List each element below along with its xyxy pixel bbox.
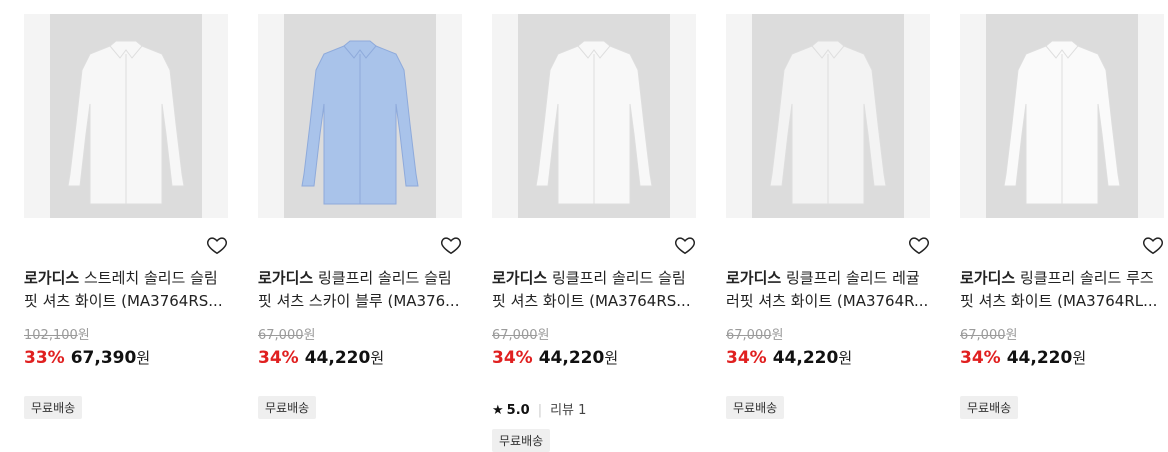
free-shipping-badge: 무료배송 <box>24 396 83 419</box>
star-icon: ★ <box>492 403 504 418</box>
product-card[interactable]: 로가디스 스트레치 솔리드 슬림 핏 셔츠 화이트 (MA3764RS... 1… <box>24 14 228 419</box>
product-title[interactable]: 로가디스 스트레치 솔리드 슬림 핏 셔츠 화이트 (MA3764RS... <box>24 267 234 313</box>
product-image[interactable] <box>726 14 930 218</box>
sale-price: 67,390 <box>70 348 137 368</box>
wishlist-heart-icon[interactable] <box>908 234 930 256</box>
product-card[interactable]: 로가디스 링클프리 솔리드 슬림 핏 셔츠 화이트 (MA3764RS... 6… <box>492 14 696 452</box>
currency-label: 원 <box>1072 349 1087 367</box>
shirt-image <box>301 40 419 205</box>
sale-price: 44,220 <box>772 348 839 368</box>
free-shipping-badge: 무료배송 <box>258 396 317 419</box>
product-name-line1: 링클프리 솔리드 루즈 <box>1015 269 1154 287</box>
sale-price-row: 34% 44,220원 <box>960 347 1086 368</box>
product-image[interactable] <box>258 14 462 218</box>
sale-price-row: 33% 67,390원 <box>24 347 150 368</box>
discount-rate: 34% <box>726 348 767 368</box>
wishlist-heart-icon[interactable] <box>674 234 696 256</box>
shirt-image <box>67 40 185 205</box>
original-price: 67,000원 <box>492 328 550 343</box>
product-brand: 로가디스 <box>24 269 80 287</box>
wishlist-heart-icon[interactable] <box>206 234 228 256</box>
original-price: 67,000원 <box>726 328 784 343</box>
product-name-line2: 러핏 셔츠 화이트 (MA3764R... <box>726 292 929 310</box>
product-image[interactable] <box>960 14 1164 218</box>
discount-rate: 34% <box>258 348 299 368</box>
shirt-image <box>1003 40 1121 205</box>
wishlist-heart-icon[interactable] <box>1142 234 1164 256</box>
discount-rate: 33% <box>24 348 65 368</box>
product-name-line1: 링클프리 솔리드 슬림 <box>547 269 686 287</box>
free-shipping-badge: 무료배송 <box>726 396 785 419</box>
sale-price: 44,220 <box>538 348 605 368</box>
rating-row: ★ 5.0 | 리뷰 1 <box>492 399 586 418</box>
product-brand: 로가디스 <box>726 269 782 287</box>
product-name-line2: 핏 셔츠 화이트 (MA3764RL... <box>960 292 1158 310</box>
product-brand: 로가디스 <box>492 269 548 287</box>
review-count[interactable]: 리뷰 1 <box>550 403 586 418</box>
sale-price-row: 34% 44,220원 <box>726 347 852 368</box>
divider: | <box>537 403 543 418</box>
free-shipping-badge: 무료배송 <box>492 429 551 452</box>
product-brand: 로가디스 <box>960 269 1016 287</box>
rating-score: 5.0 <box>506 403 530 418</box>
currency-label: 원 <box>370 349 385 367</box>
original-price: 67,000원 <box>258 328 316 343</box>
original-price: 67,000원 <box>960 328 1018 343</box>
shirt-image <box>769 40 887 205</box>
product-brand: 로가디스 <box>258 269 314 287</box>
currency-label: 원 <box>604 349 619 367</box>
product-title[interactable]: 로가디스 링클프리 솔리드 루즈 핏 셔츠 화이트 (MA3764RL... <box>960 267 1168 313</box>
currency-label: 원 <box>136 349 151 367</box>
shirt-image <box>535 40 653 205</box>
product-title[interactable]: 로가디스 링클프리 솔리드 슬림 핏 셔츠 스카이 블루 (MA376... <box>258 267 468 313</box>
product-title[interactable]: 로가디스 링클프리 솔리드 슬림 핏 셔츠 화이트 (MA3764RS... <box>492 267 702 313</box>
product-name-line2: 핏 셔츠 스카이 블루 (MA376... <box>258 292 460 310</box>
product-card[interactable]: 로가디스 링클프리 솔리드 슬림 핏 셔츠 스카이 블루 (MA376... 6… <box>258 14 462 419</box>
discount-rate: 34% <box>960 348 1001 368</box>
product-name-line1: 스트레치 솔리드 슬림 <box>79 269 218 287</box>
product-image[interactable] <box>24 14 228 218</box>
product-name-line1: 링클프리 솔리드 레귤 <box>781 269 920 287</box>
sale-price: 44,220 <box>304 348 371 368</box>
product-name-line1: 링클프리 솔리드 슬림 <box>313 269 452 287</box>
product-card[interactable]: 로가디스 링클프리 솔리드 레귤 러핏 셔츠 화이트 (MA3764R... 6… <box>726 14 930 419</box>
wishlist-heart-icon[interactable] <box>440 234 462 256</box>
product-name-line2: 핏 셔츠 화이트 (MA3764RS... <box>492 292 691 310</box>
product-name-line2: 핏 셔츠 화이트 (MA3764RS... <box>24 292 223 310</box>
original-price: 102,100원 <box>24 328 90 343</box>
product-image[interactable] <box>492 14 696 218</box>
product-title[interactable]: 로가디스 링클프리 솔리드 레귤 러핏 셔츠 화이트 (MA3764R... <box>726 267 936 313</box>
sale-price: 44,220 <box>1006 348 1073 368</box>
discount-rate: 34% <box>492 348 533 368</box>
product-card[interactable]: 로가디스 링클프리 솔리드 루즈 핏 셔츠 화이트 (MA3764RL... 6… <box>960 14 1164 419</box>
sale-price-row: 34% 44,220원 <box>492 347 618 368</box>
free-shipping-badge: 무료배송 <box>960 396 1019 419</box>
sale-price-row: 34% 44,220원 <box>258 347 384 368</box>
currency-label: 원 <box>838 349 853 367</box>
